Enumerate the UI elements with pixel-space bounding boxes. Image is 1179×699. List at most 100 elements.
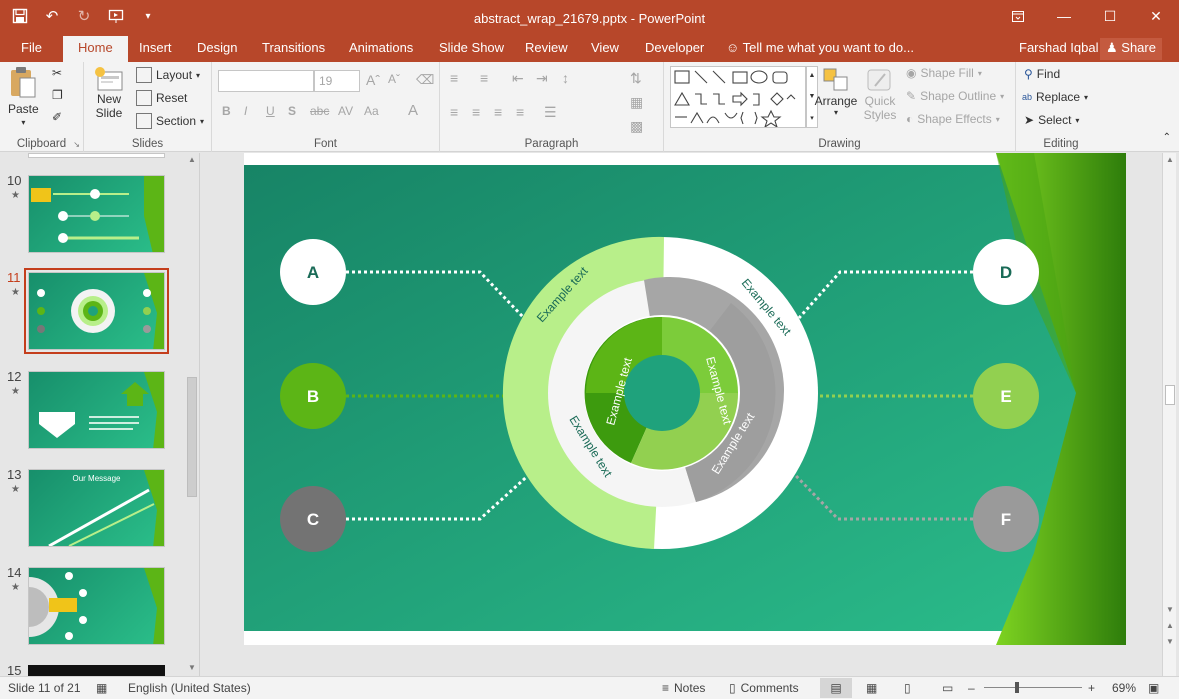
previous-slide-icon[interactable]: ▲ [1166,621,1174,630]
numbering-icon[interactable]: ≡ [480,70,488,86]
justify-icon[interactable]: ≡ [516,104,524,120]
scroll-down-icon[interactable]: ▼ [188,663,196,672]
tab-home[interactable]: Home [63,36,128,62]
columns-icon[interactable]: ☰ [544,104,557,121]
normal-view-icon[interactable]: ▤ [820,678,852,698]
section-button[interactable]: Section ▾ [136,113,204,129]
tab-developer[interactable]: Developer [645,40,704,55]
quick-styles-icon [867,69,891,91]
align-center-icon[interactable]: ≡ [472,104,480,120]
layout-dropdown-icon: ▾ [196,70,201,80]
tab-slide-show[interactable]: Slide Show [439,40,504,55]
zoom-level[interactable]: 69% [1112,681,1136,695]
align-text-icon[interactable]: ▦ [630,94,643,111]
format-painter-icon[interactable]: ✐ [52,110,62,124]
align-left-icon[interactable]: ≡ [450,104,458,120]
layout-icon [136,67,152,83]
language-indicator[interactable]: English (United States) [128,681,251,695]
slide-thumbnail-15[interactable] [28,665,165,676]
slide-sorter-icon[interactable]: ▦ [866,681,877,695]
arrange-button[interactable]: Arrange ▾ [814,66,858,117]
spelling-icon[interactable]: ▦ [96,681,107,695]
line-spacing-icon[interactable]: ↕ [562,70,569,86]
tab-review[interactable]: Review [525,40,568,55]
paste-button[interactable]: Paste ▾ [8,66,39,127]
increase-font-icon[interactable]: Aˆ [366,72,380,88]
replace-button[interactable]: ab Replace ▾ [1022,90,1088,104]
increase-indent-icon[interactable]: ⇥ [536,70,548,87]
zoom-slider-thumb[interactable] [1015,682,1019,693]
slide-thumbnail-12[interactable] [28,371,165,449]
decrease-indent-icon[interactable]: ⇤ [512,70,524,87]
shapes-gallery[interactable] [670,66,806,128]
italic-icon[interactable]: I [244,104,247,118]
slides-group: New Slide Layout ▾ Reset Section ▾ Slides [84,62,212,152]
quick-styles-button[interactable]: Quick Styles [860,66,900,122]
find-button[interactable]: ⚲ Find [1024,67,1060,81]
new-slide-button[interactable]: New Slide [94,66,124,120]
clipboard-launcher-icon[interactable]: ↘ [73,140,80,149]
reading-view-icon[interactable]: ▯ [904,681,911,695]
tab-design[interactable]: Design [197,40,237,55]
text-direction-icon[interactable]: ⇅ [630,70,642,87]
tab-view[interactable]: View [591,40,619,55]
scroll-up-icon[interactable]: ▲ [188,155,196,164]
zoom-slider-track[interactable] [984,687,1082,688]
fit-slide-icon[interactable]: ▣ [1148,681,1159,695]
close-icon[interactable]: ✕ [1133,0,1179,32]
status-bar: Slide 11 of 21 ▦ English (United States)… [0,676,1179,699]
align-right-icon[interactable]: ≡ [494,104,502,120]
shadow-icon[interactable]: S [288,104,296,118]
shape-fill-button[interactable]: ◉ Shape Fill ▾ [906,66,982,80]
thumbnails-scrollbar[interactable]: ▲ ▼ [185,153,199,676]
font-color-icon[interactable]: A [408,102,418,119]
strikethrough-icon[interactable]: abc [310,104,329,118]
tab-file[interactable]: File [21,40,42,55]
comments-button[interactable]: ▯ Comments [729,681,799,695]
decrease-font-icon[interactable]: Aˇ [388,72,400,86]
zoom-out-icon[interactable]: – [968,681,975,695]
tab-transitions[interactable]: Transitions [262,40,325,55]
font-name-input[interactable] [218,70,314,92]
thumbnails-scroll-thumb[interactable] [187,377,197,497]
tab-insert[interactable]: Insert [139,40,172,55]
arrange-dropdown-icon: ▾ [833,108,838,117]
bullets-icon[interactable]: ≡ [450,70,458,86]
maximize-icon[interactable]: ☐ [1087,0,1133,32]
underline-icon[interactable]: U [266,104,275,118]
tab-animations[interactable]: Animations [349,40,413,55]
slide-thumbnail-11[interactable] [24,268,169,354]
shape-effects-button[interactable]: ◐ Shape Effects ▾ [906,112,1000,126]
arrange-icon [823,68,848,91]
select-button[interactable]: ➤ Select ▾ [1024,113,1079,127]
notes-button[interactable]: ≡ Notes [662,681,705,695]
scroll-down-icon[interactable]: ▼ [1166,605,1174,614]
minimize-icon[interactable]: — [1041,0,1087,32]
layout-button[interactable]: Layout ▾ [136,67,200,83]
shape-outline-button[interactable]: ✎ Shape Outline ▾ [906,89,1004,103]
slide-thumbnail-10[interactable] [28,175,165,253]
tell-me-box[interactable]: ☺ Tell me what you want to do... [726,40,914,55]
clear-formatting-icon[interactable]: ⌫ [416,72,434,88]
reset-button[interactable]: Reset [136,90,187,106]
change-case-icon[interactable]: Aa [364,104,379,118]
slide-scrollbar[interactable]: ▲ ▼ ▲ ▼ [1162,153,1176,676]
slide-scroll-thumb[interactable] [1165,385,1175,405]
share-button[interactable]: ♟ Share [1100,38,1162,60]
cut-icon[interactable]: ✂ [52,66,62,80]
scroll-up-icon[interactable]: ▲ [1166,155,1174,164]
character-spacing-icon[interactable]: AV [338,104,353,118]
slide-thumbnail-14[interactable] [28,567,165,645]
smartart-icon[interactable]: ▩ [630,118,643,135]
slide-thumbnail-13[interactable]: Our Message [28,469,165,547]
section-dropdown-icon: ▾ [200,116,205,126]
zoom-in-icon[interactable]: + [1088,681,1095,695]
collapse-ribbon-icon[interactable]: ⌃ [1163,132,1171,143]
slide-show-icon[interactable]: ▭ [942,681,953,695]
font-size-input[interactable]: 19 [314,70,360,92]
copy-icon[interactable]: ❐ [52,88,63,102]
bold-icon[interactable]: B [222,104,231,118]
current-slide[interactable]: Example text Example text Example text E… [244,153,1126,645]
next-slide-icon[interactable]: ▼ [1166,637,1174,646]
ribbon-display-options-icon[interactable] [995,0,1041,32]
